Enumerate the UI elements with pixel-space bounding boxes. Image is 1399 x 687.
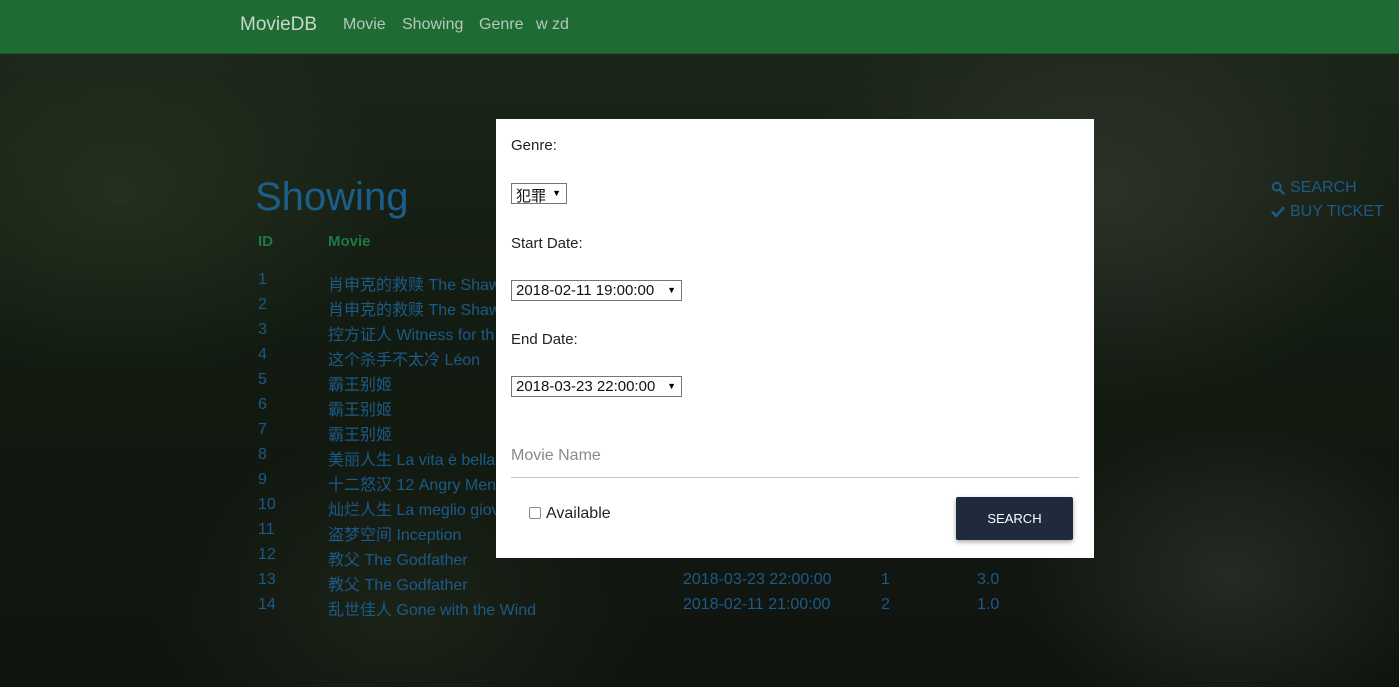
search-action-label: SEARCH	[1290, 179, 1357, 196]
row-id: 4	[258, 346, 267, 363]
genre-select[interactable]: 犯罪 ▼	[511, 183, 567, 205]
buy-ticket-action[interactable]: BUY TICKET	[1271, 203, 1384, 221]
end-date-select[interactable]: 2018-03-23 22:00:00 ▼	[511, 376, 682, 397]
row-movie-link[interactable]: 灿烂人生 La meglio giov	[328, 496, 500, 520]
row-price: 3.0	[977, 571, 1000, 588]
row-movie-link[interactable]: 霸王别姬	[328, 396, 392, 420]
search-modal: Genre: 犯罪 ▼ Start Date: 2018-02-11 19:00…	[496, 119, 1094, 558]
genre-select-value: 犯罪	[516, 188, 547, 205]
movie-name-input[interactable]	[511, 434, 1079, 478]
row-movie-link[interactable]: 控方证人 Witness for th	[328, 321, 494, 345]
row-id: 3	[258, 321, 267, 338]
column-header-movie: Movie	[328, 233, 371, 250]
search-icon	[1271, 181, 1285, 195]
start-date-value: 2018-02-11 19:00:00	[516, 282, 655, 299]
nav-link-movie[interactable]: Movie	[343, 16, 386, 34]
buy-ticket-label: BUY TICKET	[1290, 203, 1384, 220]
row-movie-link[interactable]: 肖申克的救赎 The Shaw	[328, 296, 501, 320]
row-id: 13	[258, 571, 276, 588]
row-id: 9	[258, 471, 267, 488]
row-id: 10	[258, 496, 276, 513]
search-button[interactable]: SEARCH	[956, 497, 1073, 540]
row-movie-link[interactable]: 这个杀手不太冷 Léon	[328, 346, 480, 370]
end-date-value: 2018-03-23 22:00:00	[516, 378, 656, 395]
row-movie-link[interactable]: 十二怒汉 12 Angry Men	[328, 471, 496, 495]
row-id: 5	[258, 371, 267, 388]
available-checkbox[interactable]	[529, 507, 541, 519]
dropdown-arrow-icon: ▼	[667, 285, 676, 295]
row-id: 7	[258, 421, 267, 438]
row-movie-link[interactable]: 肖申克的救赎 The Shaw	[328, 271, 501, 295]
start-date-label: Start Date:	[511, 235, 583, 252]
row-movie-link[interactable]: 霸王别姬	[328, 421, 392, 445]
row-id: 1	[258, 271, 267, 288]
available-label: Available	[546, 505, 611, 522]
column-header-id: ID	[258, 233, 273, 250]
row-movie-link[interactable]: 乱世佳人 Gone with the Wind	[328, 596, 536, 620]
end-date-label: End Date:	[511, 331, 578, 348]
row-date: 2018-03-23 22:00:00	[683, 571, 832, 588]
row-id: 12	[258, 546, 276, 563]
row-movie-link[interactable]: 教父 The Godfather	[328, 546, 468, 570]
dropdown-arrow-icon: ▼	[552, 188, 561, 198]
row-hall: 1	[881, 571, 890, 588]
row-id: 6	[258, 396, 267, 413]
row-date: 2018-02-11 21:00:00	[683, 596, 831, 613]
navbar: MovieDB Movie Showing Genre w zd	[0, 0, 1399, 54]
row-hall: 2	[881, 596, 890, 613]
page-title: Showing	[255, 175, 409, 219]
row-movie-link[interactable]: 美丽人生 La vita è bella	[328, 446, 495, 470]
row-movie-link[interactable]: 霸王别姬	[328, 371, 392, 395]
row-id: 8	[258, 446, 267, 463]
row-id: 11	[258, 521, 275, 538]
row-price: 1.0	[977, 596, 1000, 613]
nav-link-genre[interactable]: Genre	[479, 16, 523, 34]
table-row: 13 教父 The Godfather 2018-03-23 22:00:00 1 3.…	[0, 571, 1100, 595]
genre-label: Genre:	[511, 137, 557, 154]
start-date-select[interactable]: 2018-02-11 19:00:00 ▼	[511, 280, 682, 301]
row-id: 2	[258, 296, 267, 313]
search-action[interactable]: SEARCH	[1271, 179, 1357, 197]
check-icon	[1271, 206, 1285, 218]
nav-link-showing[interactable]: Showing	[402, 16, 463, 34]
dropdown-arrow-icon: ▼	[667, 381, 676, 391]
brand-logo[interactable]: MovieDB	[240, 14, 317, 36]
table-row: 14 乱世佳人 Gone with the Wind 2018-02-11 21:0…	[0, 596, 1100, 620]
row-id: 14	[258, 596, 276, 613]
row-movie-link[interactable]: 教父 The Godfather	[328, 571, 468, 595]
nav-link-user[interactable]: w zd	[536, 16, 569, 34]
row-movie-link[interactable]: 盗梦空间 Inception	[328, 521, 461, 545]
